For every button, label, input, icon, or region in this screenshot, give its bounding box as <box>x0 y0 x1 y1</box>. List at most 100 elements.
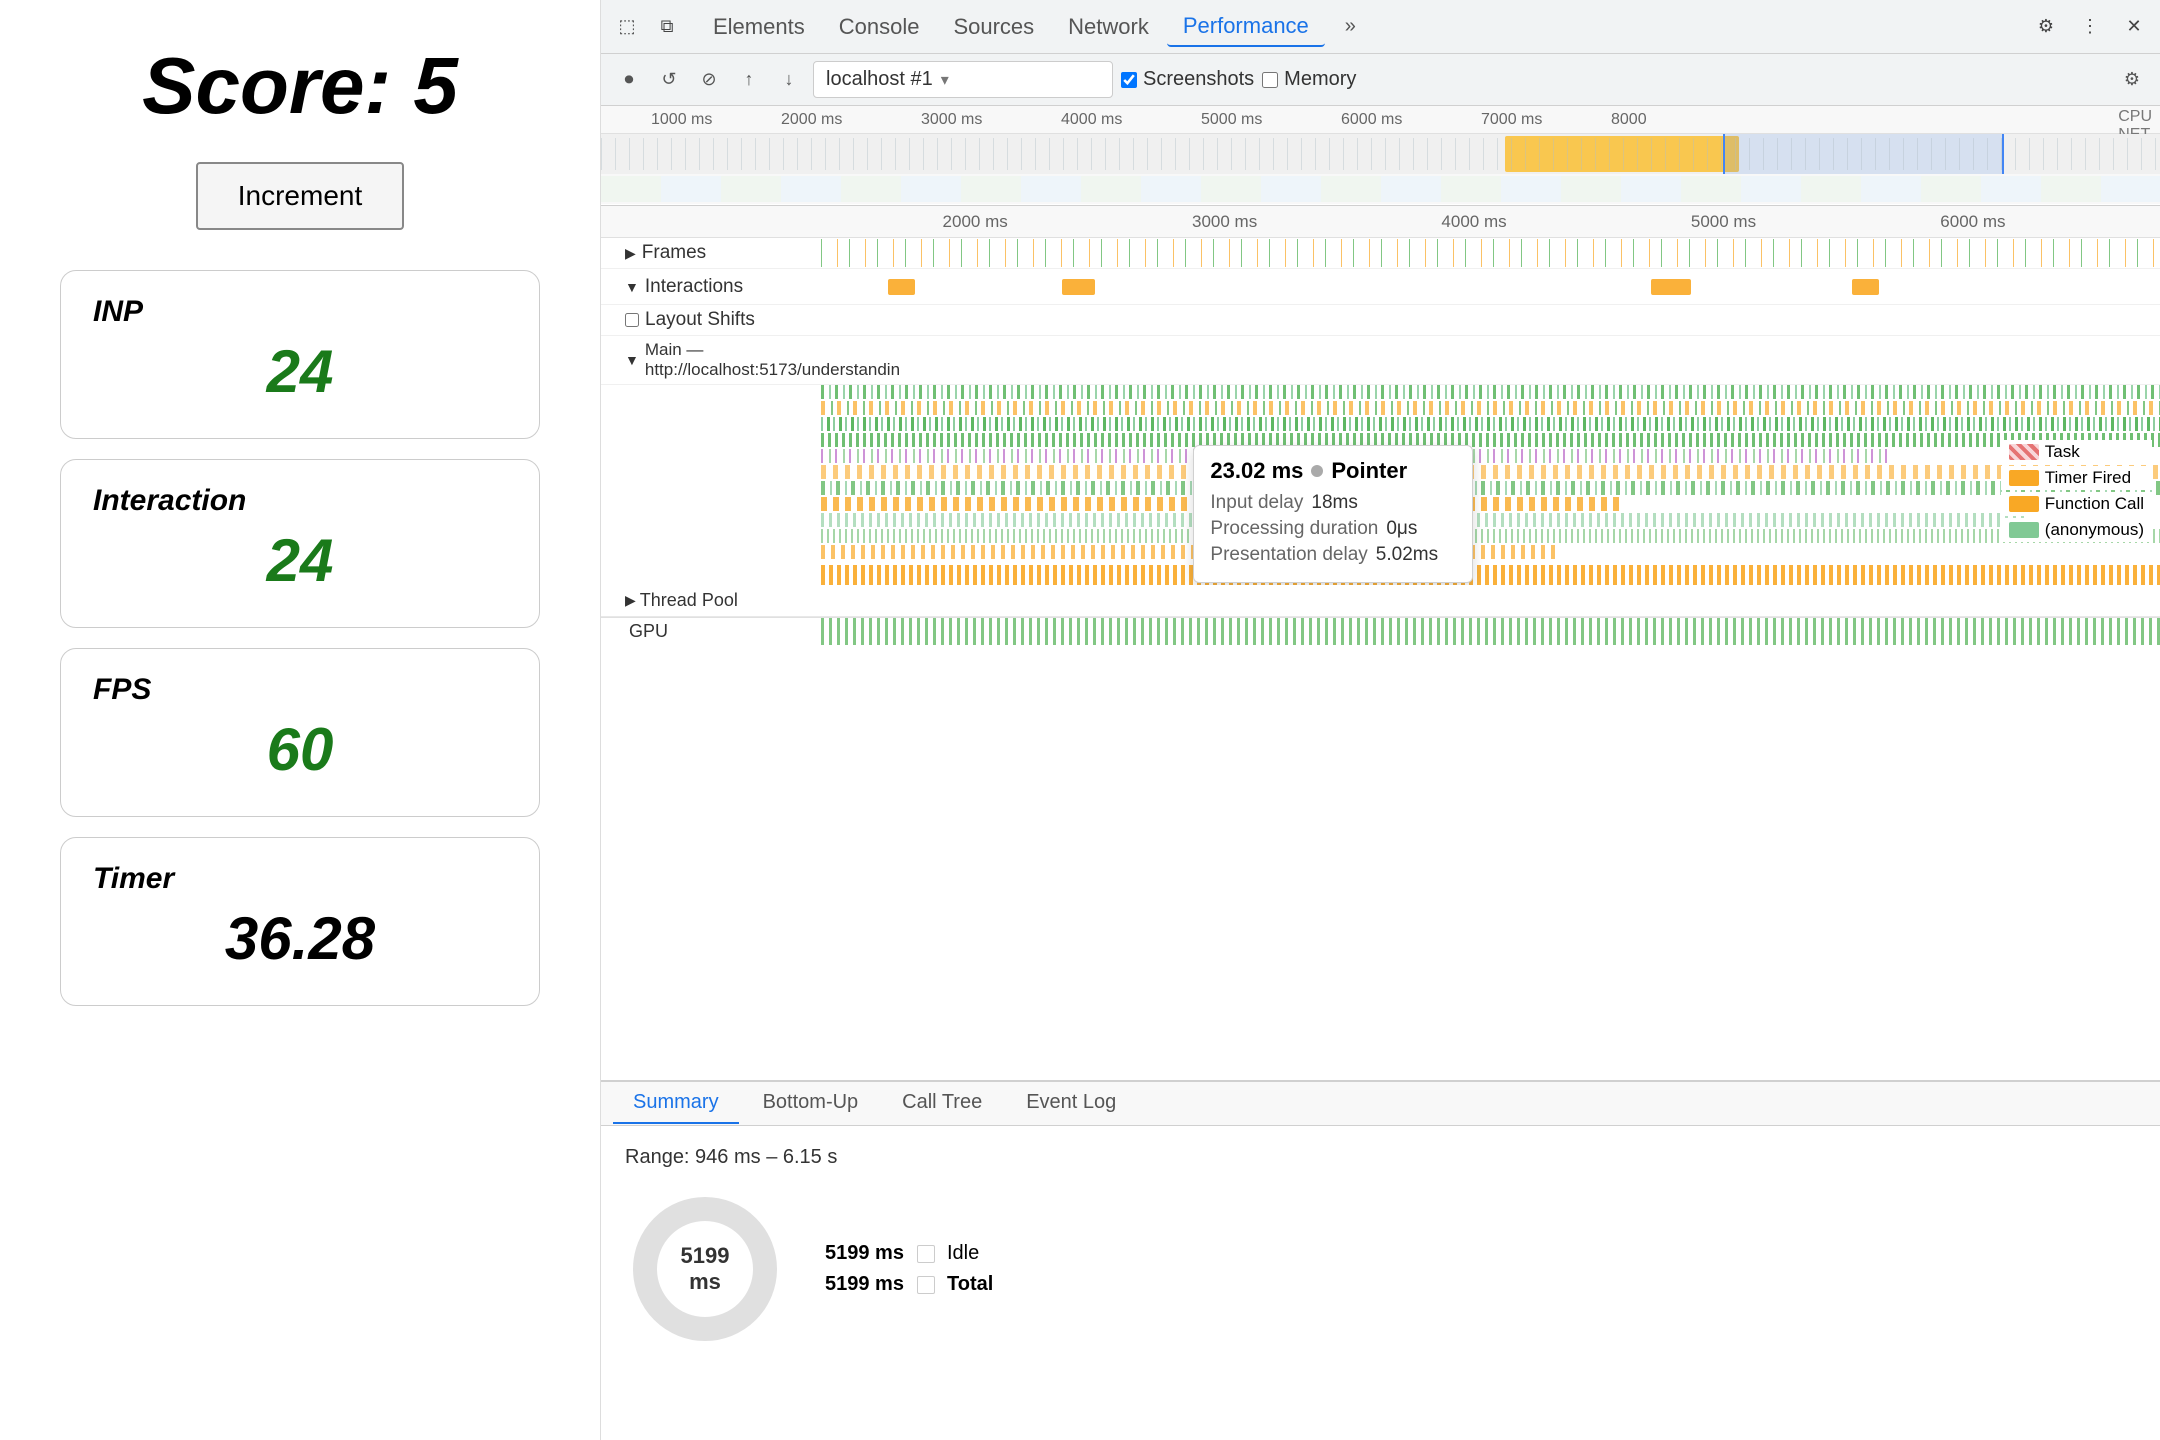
tab-bottom-up[interactable]: Bottom-Up <box>743 1083 879 1124</box>
main-triangle: ▼ <box>625 352 639 368</box>
gpu-label: GPU <box>601 621 821 642</box>
main-label[interactable]: ▼ Main — http://localhost:5173/understan… <box>601 336 821 384</box>
timeline-overview[interactable]: 1000 ms 2000 ms 3000 ms 4000 ms 5000 ms … <box>601 106 2160 206</box>
timeline-ruler-top: 1000 ms 2000 ms 3000 ms 4000 ms 5000 ms … <box>601 106 2160 134</box>
frames-text: Frames <box>642 242 706 264</box>
interactions-content <box>821 273 2160 301</box>
total-label: Total <box>947 1273 993 1296</box>
gpu-row: GPU <box>601 617 2160 645</box>
tab-console[interactable]: Console <box>823 8 936 46</box>
bottom-panel: Summary Bottom-Up Call Tree Event Log Ra… <box>601 1080 2160 1440</box>
memory-checkbox-group: Memory <box>1262 68 1356 91</box>
layout-shifts-text: Layout Shifts <box>645 309 755 331</box>
fps-value: 60 <box>93 715 507 784</box>
idle-legend-box <box>917 1245 935 1263</box>
main-ruler-6000: 6000 ms <box>1940 212 2005 232</box>
interactions-triangle: ▼ <box>625 279 639 295</box>
screenshots-checkbox-group: Screenshots <box>1121 68 1254 91</box>
timer-fired-swatch <box>2009 470 2039 486</box>
legend-function-call: Function Call <box>2001 492 2152 516</box>
timeline-main: 2000 ms 3000 ms 4000 ms 5000 ms 6000 ms … <box>601 206 2160 1080</box>
donut-chart: 5199 ms <box>625 1189 785 1349</box>
url-bar: localhost #1 ▾ <box>813 61 1113 98</box>
tooltip: 23.02 ms Pointer Input delay 18ms Proces… <box>1193 445 1473 583</box>
ruler-2000: 2000 ms <box>781 111 842 129</box>
idle-legend-row: 5199 ms Idle <box>825 1242 993 1265</box>
timeline-cpu-bar <box>601 134 2160 174</box>
perf-settings-icon[interactable]: ⚙ <box>2116 64 2148 96</box>
ruler-3000: 3000 ms <box>921 111 982 129</box>
refresh-icon[interactable]: ↺ <box>653 64 685 96</box>
interactions-text: Interactions <box>645 276 743 298</box>
summary-legend: 5199 ms Idle 5199 ms Total <box>825 1242 993 1296</box>
layout-shifts-content <box>821 306 2160 334</box>
score-label: Score: <box>142 41 391 130</box>
device-icon[interactable]: ⧉ <box>649 9 685 45</box>
task-swatch <box>2009 444 2039 460</box>
legend-anonymous: (anonymous) <box>2001 518 2152 542</box>
tab-call-tree[interactable]: Call Tree <box>882 1083 1002 1124</box>
increment-button[interactable]: Increment <box>196 162 405 230</box>
interactions-row: ▼ Interactions <box>601 269 2160 305</box>
ruler-5000: 5000 ms <box>1201 111 1262 129</box>
pointer-dot <box>1311 465 1323 477</box>
frames-label[interactable]: ▶ Frames <box>601 238 821 268</box>
legend-task: Task <box>2001 440 2152 464</box>
inp-card: INP 24 <box>60 270 540 439</box>
tooltip-processing: Processing duration 0μs <box>1210 518 1456 540</box>
interaction-bar-2 <box>1062 279 1095 295</box>
record-icon[interactable]: ⏺ <box>613 64 645 96</box>
screenshots-checkbox[interactable] <box>1121 72 1137 88</box>
upload-icon[interactable]: ↑ <box>733 64 765 96</box>
clear-icon[interactable]: ⊘ <box>693 64 725 96</box>
donut-center-text: 5199 ms <box>665 1243 745 1295</box>
tab-network[interactable]: Network <box>1052 8 1165 46</box>
devtools-panel: ⬚ ⧉ Elements Console Sources Network Per… <box>600 0 2160 1440</box>
input-delay-label: Input delay <box>1210 492 1303 514</box>
main-ruler-5000: 5000 ms <box>1691 212 1756 232</box>
thread-pool-label[interactable]: ▶ Thread Pool <box>601 590 821 611</box>
idle-val: 5199 ms <box>825 1242 905 1265</box>
task-legend: Task Timer Fired Function Call (anonymou… <box>2001 440 2152 542</box>
topbar-right: ⚙ ⋮ ✕ <box>2028 9 2152 45</box>
tooltip-presentation: Presentation delay 5.02ms <box>1210 544 1456 566</box>
inspect-icon[interactable]: ⬚ <box>609 9 645 45</box>
thread-pool-content <box>821 585 2160 616</box>
url-dropdown-icon[interactable]: ▾ <box>941 70 949 90</box>
inp-value: 24 <box>93 337 507 406</box>
presentation-val: 5.02ms <box>1376 544 1438 566</box>
score-value: 5 <box>413 41 458 130</box>
layout-shifts-label[interactable]: Layout Shifts <box>601 305 821 335</box>
kebab-icon[interactable]: ⋮ <box>2072 9 2108 45</box>
thread-pool-triangle: ▶ <box>625 592 636 609</box>
tab-event-log[interactable]: Event Log <box>1006 1083 1136 1124</box>
presentation-label: Presentation delay <box>1210 544 1367 566</box>
anonymous-label: (anonymous) <box>2045 520 2144 540</box>
memory-label: Memory <box>1284 68 1356 91</box>
devtools-topbar: ⬚ ⧉ Elements Console Sources Network Per… <box>601 0 2160 54</box>
tab-summary[interactable]: Summary <box>613 1083 739 1124</box>
inp-label: INP <box>93 295 507 329</box>
close-icon[interactable]: ✕ <box>2116 9 2152 45</box>
processing-label: Processing duration <box>1210 518 1378 540</box>
timer-fired-label: Timer Fired <box>2045 468 2131 488</box>
tab-elements[interactable]: Elements <box>697 8 821 46</box>
fps-card: FPS 60 <box>60 648 540 817</box>
tooltip-input-delay: Input delay 18ms <box>1210 492 1456 514</box>
settings-icon[interactable]: ⚙ <box>2028 9 2064 45</box>
layout-shifts-checkbox[interactable] <box>625 313 639 327</box>
interactions-label[interactable]: ▼ Interactions <box>601 272 821 302</box>
frames-row: ▶ Frames <box>601 238 2160 269</box>
ruler-8000: 8000 <box>1611 111 1647 129</box>
url-text: localhost #1 <box>826 68 933 91</box>
interaction-bar-1 <box>888 279 915 295</box>
more-tabs-icon[interactable]: » <box>1337 11 1364 42</box>
interaction-label: Interaction <box>93 484 507 518</box>
main-ruler-2000: 2000 ms <box>943 212 1008 232</box>
tab-sources[interactable]: Sources <box>937 8 1050 46</box>
download-icon[interactable]: ↓ <box>773 64 805 96</box>
cpu-label: CPU <box>2118 108 2152 126</box>
tab-performance[interactable]: Performance <box>1167 7 1325 47</box>
legend-timer-fired: Timer Fired <box>2001 466 2152 490</box>
memory-checkbox[interactable] <box>1262 72 1278 88</box>
